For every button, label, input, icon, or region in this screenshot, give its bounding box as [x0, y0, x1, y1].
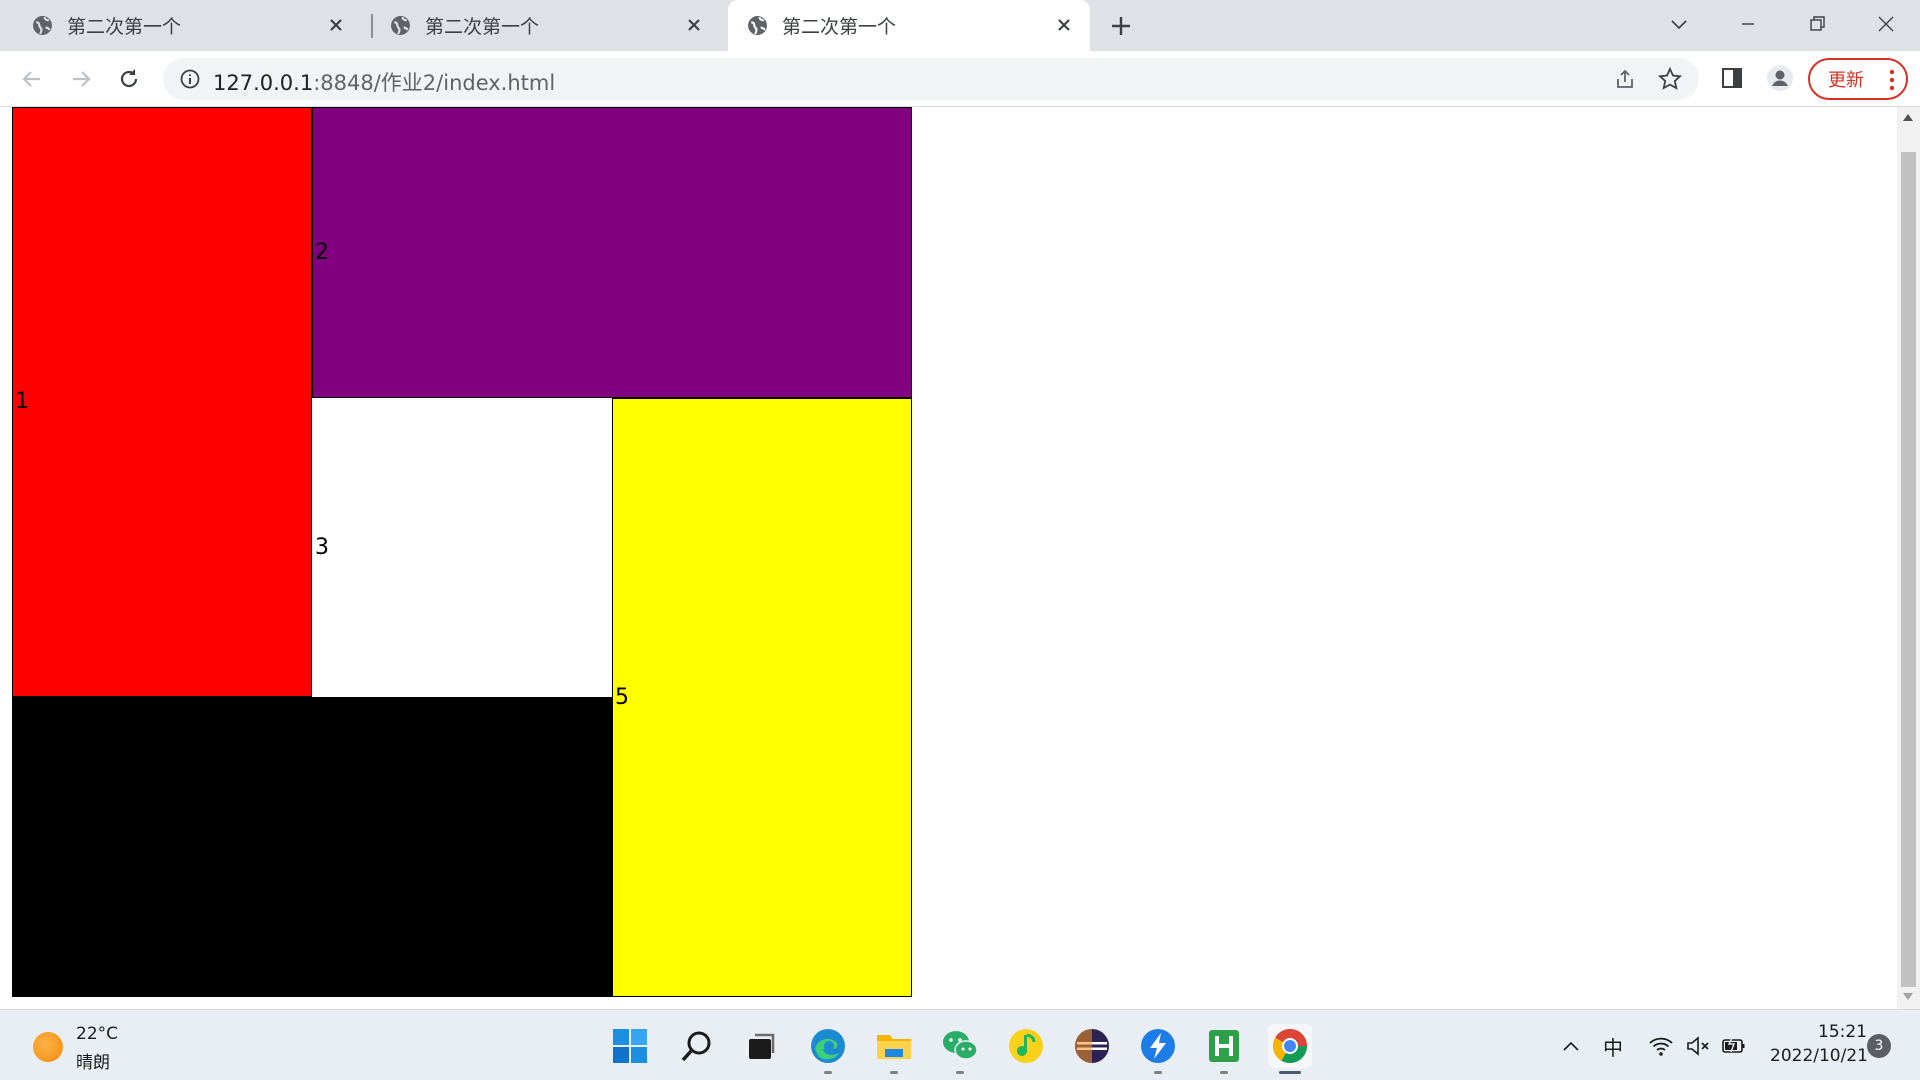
taskbar-app-edge[interactable]: [806, 1024, 850, 1074]
box-2: 2: [312, 107, 912, 398]
url-host: 127.0.0.1: [213, 71, 314, 95]
globe-icon: [748, 16, 767, 35]
close-tab-icon[interactable]: [326, 15, 346, 35]
new-tab-icon[interactable]: [1107, 12, 1135, 40]
address-bar[interactable]: 127.0.0.1:8848/作业2/index.html: [163, 58, 1699, 100]
clock-time[interactable]: 15:21: [1818, 1022, 1867, 1042]
taskbar-app-eclipse[interactable]: [1070, 1024, 1114, 1068]
scrollbar-thumb[interactable]: [1901, 152, 1916, 987]
scroll-down-arrow-icon[interactable]: [1903, 993, 1913, 1000]
weather-temperature[interactable]: 22°C: [76, 1024, 118, 1044]
tab-title: 第二次第一个: [782, 16, 897, 38]
box-4: 4: [12, 697, 612, 997]
bookmark-star-icon[interactable]: [1657, 66, 1683, 92]
taskbar-app-qq-music[interactable]: [1004, 1024, 1048, 1068]
globe-icon: [33, 16, 52, 35]
ime-indicator[interactable]: 中: [1603, 1032, 1623, 1061]
forward-arrow-icon[interactable]: [67, 65, 95, 93]
chevron-up-icon[interactable]: [1561, 1036, 1581, 1056]
page-viewport: 1 2 3 4 5: [0, 107, 1897, 1009]
start-button[interactable]: [608, 1024, 652, 1068]
running-indicator: [1220, 1071, 1228, 1074]
eclipse-icon: [1075, 1029, 1109, 1063]
box-5: 5: [612, 398, 912, 997]
box-4-label: 4: [15, 834, 29, 859]
box-1: 1: [12, 107, 312, 697]
tab-1[interactable]: 第二次第一个: [0, 0, 362, 51]
tab-strip: 第二次第一个 第二次第一个 第二次第一个: [0, 0, 1920, 51]
active-indicator: [1279, 1071, 1301, 1074]
battery-charging-icon[interactable]: [1720, 1034, 1748, 1058]
restore-icon[interactable]: [1805, 12, 1829, 36]
taskbar-app-file-explorer[interactable]: [872, 1024, 916, 1074]
browser-toolbar: 127.0.0.1:8848/作业2/index.html 更新: [0, 51, 1920, 106]
search-button[interactable]: [675, 1024, 719, 1068]
task-view-icon: [749, 1033, 775, 1059]
taskbar: 22°C 晴朗 中 15:21 2022/10/21 3: [0, 1009, 1920, 1080]
notification-badge[interactable]: 3: [1867, 1034, 1891, 1058]
update-label: 更新: [1828, 70, 1864, 91]
taskbar-app-wechat[interactable]: [938, 1024, 982, 1074]
box-5-label: 5: [615, 684, 629, 710]
back-arrow-icon[interactable]: [18, 65, 46, 93]
scroll-up-arrow-icon[interactable]: [1903, 114, 1913, 121]
url-path: :8848/作业2/index.html: [313, 71, 556, 95]
qq-music-icon: [1009, 1029, 1043, 1063]
wechat-icon: [943, 1031, 978, 1060]
taskbar-app-chrome[interactable]: [1268, 1024, 1312, 1074]
task-view-button[interactable]: [740, 1024, 784, 1068]
tab-3-active[interactable]: 第二次第一个: [728, 0, 1090, 51]
vertical-scrollbar[interactable]: [1897, 107, 1920, 1009]
globe-icon: [391, 16, 410, 35]
share-icon[interactable]: [1613, 67, 1637, 91]
tab-2[interactable]: 第二次第一个: [358, 0, 720, 51]
wifi-icon[interactable]: [1648, 1034, 1674, 1058]
running-indicator: [890, 1071, 898, 1074]
url-text[interactable]: 127.0.0.1:8848/作业2/index.html: [213, 67, 555, 97]
weather-sun-icon[interactable]: [33, 1032, 63, 1062]
volume-muted-icon[interactable]: [1685, 1034, 1711, 1058]
tab-title: 第二次第一个: [67, 16, 182, 38]
box-3-label: 3: [315, 534, 329, 560]
weather-description[interactable]: 晴朗: [76, 1048, 110, 1073]
kebab-menu-icon[interactable]: [1888, 69, 1896, 91]
tab-title: 第二次第一个: [425, 16, 540, 38]
running-indicator: [1154, 1071, 1162, 1074]
taskbar-app-hbuilder[interactable]: [1202, 1024, 1246, 1074]
folder-icon: [877, 1035, 911, 1059]
site-info-icon[interactable]: [179, 68, 201, 90]
windows-start-icon: [613, 1029, 647, 1063]
lightning-app-icon: [1141, 1029, 1175, 1063]
reload-icon[interactable]: [115, 65, 143, 93]
running-indicator: [824, 1071, 832, 1074]
box-3: 3: [312, 398, 612, 697]
close-tab-icon[interactable]: [1054, 15, 1074, 35]
search-icon: [681, 1031, 711, 1062]
clock-date[interactable]: 2022/10/21: [1770, 1046, 1868, 1066]
hbuilder-icon: [1209, 1030, 1239, 1062]
update-button[interactable]: 更新: [1808, 58, 1908, 100]
tab-search-chevron-icon[interactable]: [1667, 12, 1691, 36]
side-panel-icon[interactable]: [1717, 63, 1747, 93]
minimize-icon[interactable]: [1736, 12, 1760, 36]
close-tab-icon[interactable]: [684, 15, 704, 35]
box-2-label: 2: [315, 239, 329, 265]
box-1-label: 1: [15, 389, 29, 414]
edge-browser-icon: [811, 1029, 845, 1063]
running-indicator: [956, 1071, 964, 1074]
chrome-icon: [1273, 1029, 1307, 1063]
close-window-icon[interactable]: [1874, 12, 1898, 36]
taskbar-app-feishu[interactable]: [1136, 1024, 1180, 1074]
profile-avatar-icon[interactable]: [1765, 63, 1795, 93]
